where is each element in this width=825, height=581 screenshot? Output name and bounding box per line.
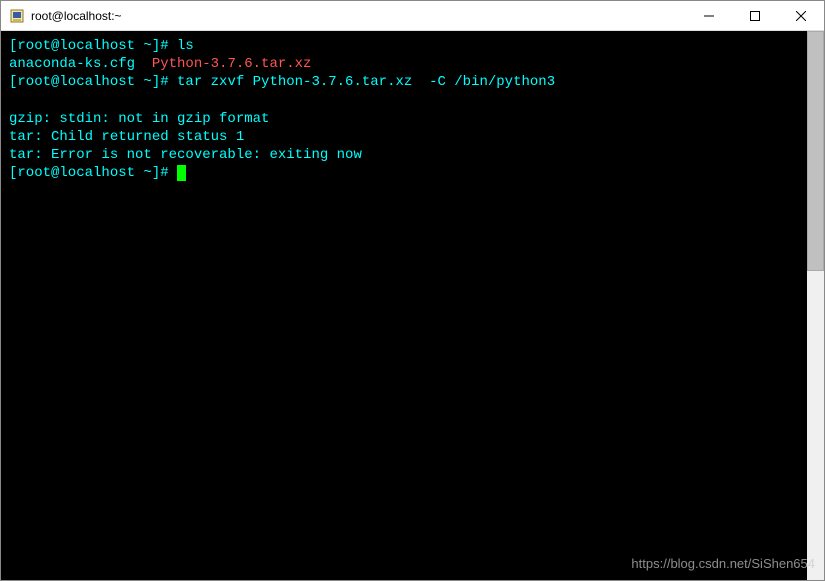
terminal-segment: ls	[177, 38, 194, 54]
close-button[interactable]	[778, 1, 824, 30]
minimize-button[interactable]	[686, 1, 732, 30]
cursor	[177, 165, 186, 181]
terminal-segment: anaconda-ks.cfg	[9, 56, 152, 72]
terminal-segment: tar: Child returned status 1	[9, 129, 244, 145]
terminal-line: tar: Child returned status 1	[9, 128, 799, 146]
terminal-segment: gzip: stdin: not in gzip format	[9, 111, 269, 127]
terminal-segment: [root@localhost ~]#	[9, 74, 177, 90]
terminal-segment	[9, 93, 17, 109]
terminal-line: [root@localhost ~]# ls	[9, 37, 799, 55]
maximize-button[interactable]	[732, 1, 778, 30]
window-title: root@localhost:~	[31, 9, 686, 23]
close-icon	[796, 11, 806, 21]
terminal-line: anaconda-ks.cfg Python-3.7.6.tar.xz	[9, 55, 799, 73]
terminal-line: [root@localhost ~]#	[9, 164, 799, 182]
terminal-segment: [root@localhost ~]#	[9, 165, 177, 181]
scrollbar-thumb[interactable]	[807, 31, 824, 271]
terminal-line: gzip: stdin: not in gzip format	[9, 110, 799, 128]
terminal-line	[9, 92, 799, 110]
minimize-icon	[704, 11, 714, 21]
maximize-icon	[750, 11, 760, 21]
terminal-segment: Python-3.7.6.tar.xz	[152, 56, 312, 72]
putty-window: root@localhost:~ [root@localhost ~]# lsa…	[0, 0, 825, 581]
terminal-segment: tar: Error is not recoverable: exiting n…	[9, 147, 362, 163]
scrollbar[interactable]	[807, 31, 824, 580]
terminal-segment: [root@localhost ~]#	[9, 38, 177, 54]
terminal-segment: tar zxvf Python-3.7.6.tar.xz -C /bin/pyt…	[177, 74, 555, 90]
terminal-line: tar: Error is not recoverable: exiting n…	[9, 146, 799, 164]
window-controls	[686, 1, 824, 30]
terminal-area: [root@localhost ~]# lsanaconda-ks.cfg Py…	[1, 31, 824, 580]
terminal-output[interactable]: [root@localhost ~]# lsanaconda-ks.cfg Py…	[1, 31, 807, 580]
titlebar[interactable]: root@localhost:~	[1, 1, 824, 31]
app-icon	[9, 8, 25, 24]
terminal-line: [root@localhost ~]# tar zxvf Python-3.7.…	[9, 73, 799, 91]
